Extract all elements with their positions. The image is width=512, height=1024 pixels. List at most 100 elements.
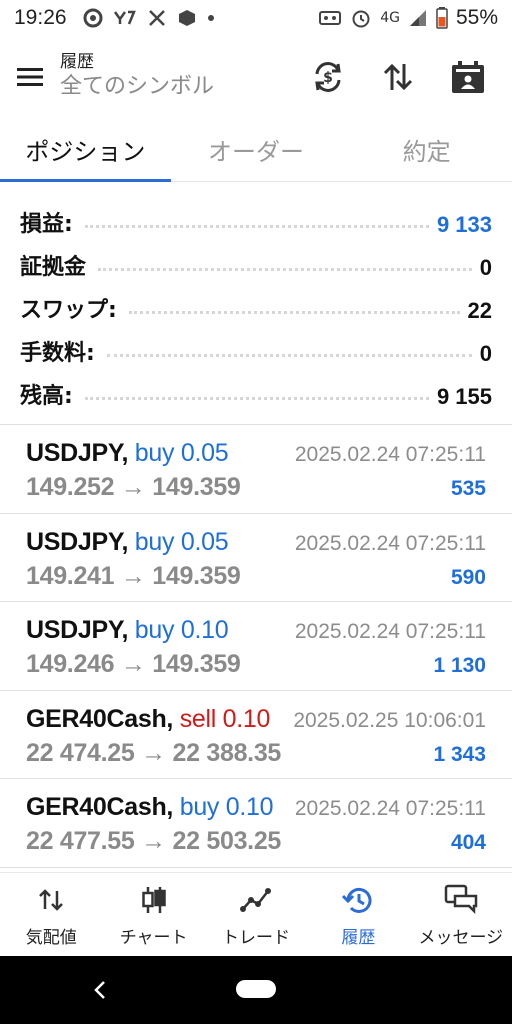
- nav-label: 履歴: [341, 928, 376, 948]
- quotes-icon: [38, 881, 64, 919]
- trade-prices: 149.246 → 149.359: [26, 650, 241, 678]
- currency-sync-icon: $: [315, 62, 341, 92]
- trade-profit: 590: [450, 565, 486, 589]
- tools-icon: [147, 8, 167, 28]
- nav-label: メッセージ: [418, 928, 504, 948]
- trade-time: 2025.02.25 10:06:01: [293, 708, 486, 732]
- trade-prices: 149.241 → 149.359: [26, 561, 241, 590]
- network-label: 4G: [380, 10, 400, 26]
- summary-row-balance: 残高: 9 155: [20, 367, 492, 410]
- trade-row[interactable]: USDJPY, buy 0.05 149.252 → 149.359 2025.…: [0, 425, 512, 514]
- trade-profit: 1 343: [433, 742, 486, 766]
- summary-label: 損益:: [20, 212, 73, 237]
- summary-row-margin: 証拠金 0: [20, 238, 492, 281]
- trade-time: 2025.02.24 07:25:11: [294, 797, 486, 820]
- summary-value: 0: [479, 341, 492, 366]
- signal-icon: [408, 8, 428, 28]
- summary-row-profit: 損益: 9 133: [20, 195, 492, 238]
- trade-time: 2025.02.24 07:25:11: [294, 531, 486, 555]
- nav-label: 気配値: [25, 928, 77, 948]
- alarm-icon: [350, 7, 372, 29]
- summary-row-swap: スワップ: 22: [20, 281, 492, 324]
- trade-profit: 535: [450, 477, 486, 500]
- trade-symbol: GER40Cash,: [26, 793, 174, 821]
- trade-symbol: USDJPY,: [26, 616, 129, 644]
- symbol-filter: 全てのシンボル: [60, 74, 215, 99]
- trade-prices: 149.252 → 149.359: [26, 473, 241, 501]
- nav-label: チャート: [119, 928, 188, 948]
- status-time: 19:26: [14, 6, 67, 29]
- calendar-icon: [452, 61, 484, 93]
- summary-row-commission: 手数料: 0: [20, 324, 492, 367]
- sort-icon: [383, 63, 413, 91]
- trade-side: buy 0.10: [134, 616, 229, 644]
- tab-positions[interactable]: ポジション: [0, 118, 171, 182]
- calendar-button[interactable]: [442, 51, 494, 103]
- summary-value: 22: [467, 298, 492, 323]
- trade-symbol: USDJPY,: [26, 527, 129, 556]
- title-selector[interactable]: 履歴 全てのシンボル: [60, 52, 214, 102]
- nav-quotes[interactable]: 気配値: [0, 873, 102, 956]
- nav-trade[interactable]: トレード: [205, 873, 307, 956]
- trade-symbol: GER40Cash,: [26, 704, 174, 733]
- history-icon: [342, 881, 374, 919]
- sort-button[interactable]: [372, 51, 424, 103]
- summary-label: 残高:: [20, 384, 73, 409]
- status-bar: 19:26 4G 55%: [0, 0, 512, 36]
- trade-time: 2025.02.24 07:25:11: [294, 620, 486, 643]
- dotted-leader: [106, 354, 472, 357]
- toolbar: 履歴 全てのシンボル $: [0, 36, 512, 118]
- nav-messages[interactable]: メッセージ: [410, 873, 512, 956]
- summary-value: 9 155: [436, 384, 492, 409]
- bottom-nav: 気配値 チャート トレード 履歴 メッセージ: [0, 872, 512, 956]
- summary-label: スワップ:: [20, 298, 117, 323]
- nav-label: トレード: [222, 928, 291, 948]
- trade-side: buy 0.10: [179, 793, 274, 821]
- summary-label: 手数料:: [20, 341, 95, 366]
- dotted-leader: [84, 225, 429, 228]
- system-nav-bar: [0, 956, 512, 1024]
- sync-icon: [318, 8, 342, 28]
- currency-sync-button[interactable]: $: [302, 51, 354, 103]
- trade-row[interactable]: USDJPY, buy 0.10 149.246 → 149.359 2025.…: [0, 602, 512, 691]
- yahoo-icon: [113, 9, 137, 27]
- trade-profit: 1 130: [433, 654, 486, 677]
- tab-bar: ポジション オーダー 約定: [0, 118, 512, 182]
- summary-value: 0: [479, 255, 492, 280]
- trade-row[interactable]: GER40Cash, buy 0.10 22 477.55 → 22 503.2…: [0, 779, 512, 868]
- box-icon: [177, 8, 197, 28]
- trade-symbol: USDJPY,: [26, 439, 129, 467]
- home-button[interactable]: [236, 980, 276, 998]
- summary-label: 証拠金: [20, 255, 87, 280]
- notification-dot-icon: [207, 14, 215, 22]
- menu-button[interactable]: [2, 49, 58, 105]
- tab-deals[interactable]: 約定: [341, 118, 512, 181]
- trade-prices: 22 474.25 → 22 388.35: [26, 738, 282, 767]
- svg-text:$: $: [323, 70, 333, 86]
- messages-icon: [444, 881, 478, 919]
- summary-panel: 損益: 9 133 証拠金 0 スワップ: 22 手数料: 0 残高: 9 15…: [0, 195, 512, 410]
- dotted-leader: [84, 397, 429, 400]
- battery-icon: [436, 7, 448, 29]
- candlestick-icon: [140, 881, 168, 919]
- back-icon: [94, 981, 105, 999]
- trade-line-icon: [240, 881, 272, 919]
- dotted-leader: [98, 268, 472, 271]
- nav-chart[interactable]: チャート: [102, 873, 204, 956]
- chrome-icon: [83, 8, 103, 28]
- trade-list: USDJPY, buy 0.05 149.252 → 149.359 2025.…: [0, 425, 512, 868]
- trade-prices: 22 477.55 → 22 503.25: [26, 827, 282, 855]
- trade-profit: 404: [450, 831, 486, 854]
- battery-percent: 55%: [455, 6, 498, 29]
- nav-history[interactable]: 履歴: [307, 873, 409, 956]
- page-title: 履歴: [60, 52, 94, 72]
- tab-orders[interactable]: オーダー: [171, 118, 342, 181]
- summary-value: 9 133: [436, 212, 492, 237]
- back-button[interactable]: [88, 976, 112, 1004]
- trade-row[interactable]: USDJPY, buy 0.05 149.241 → 149.359 2025.…: [0, 514, 512, 602]
- trade-time: 2025.02.24 07:25:11: [294, 443, 486, 466]
- trade-side: buy 0.05: [134, 439, 229, 467]
- dotted-leader: [128, 311, 460, 314]
- trade-side: sell 0.10: [179, 704, 271, 733]
- trade-row[interactable]: GER40Cash, sell 0.10 22 474.25 → 22 388.…: [0, 691, 512, 779]
